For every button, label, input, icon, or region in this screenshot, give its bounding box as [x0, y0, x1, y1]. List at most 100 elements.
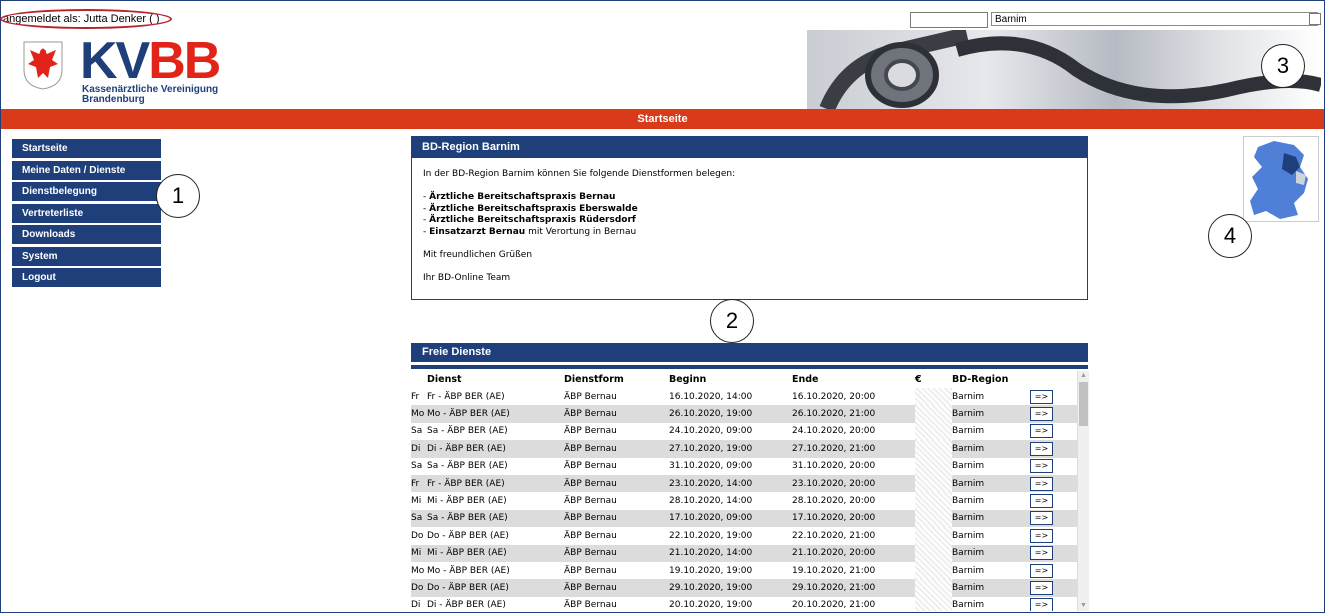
- table-row[interactable]: Di Di - ÄBP BER (AE) ÄBP Bernau 20.10.2020,…: [411, 596, 1077, 611]
- day-cell: Sa: [411, 457, 427, 475]
- select-service-button[interactable]: =>: [1030, 441, 1053, 456]
- region-cell: Barnim: [952, 440, 1030, 458]
- day-cell: Sa: [411, 509, 427, 528]
- table-row[interactable]: Mo Mo - ÄBP BER (AE) ÄBP Bernau 19.10.2020,…: [411, 561, 1077, 580]
- ende-cell: 26.10.2020, 21:00: [792, 405, 915, 423]
- sidebar-item-vertreterliste[interactable]: Vertreterliste: [12, 203, 161, 223]
- region-cell: Barnim: [952, 388, 1030, 406]
- beginn-cell: 24.10.2020, 09:00: [669, 422, 792, 441]
- region-info-body: In der BD-Region Barnim können Sie folge…: [412, 158, 1087, 284]
- select-service-button[interactable]: =>: [1030, 563, 1053, 578]
- beginn-cell: 23.10.2020, 14:00: [669, 474, 792, 493]
- sidebar-item-meine-daten[interactable]: Meine Daten / Dienste: [12, 160, 161, 180]
- select-service-button[interactable]: =>: [1030, 528, 1053, 543]
- callout-3: 3: [1261, 44, 1305, 88]
- price-cell: [915, 509, 952, 528]
- table-row[interactable]: Do Do - ÄBP BER (AE) ÄBP Bernau 29.10.2020,…: [411, 579, 1077, 597]
- sidebar-item-downloads[interactable]: Downloads: [12, 225, 161, 244]
- col-ende[interactable]: Ende: [792, 371, 915, 388]
- sidebar-item-system[interactable]: System: [12, 246, 161, 266]
- day-cell: Fr: [411, 474, 427, 493]
- select-service-button[interactable]: =>: [1030, 476, 1053, 491]
- region-select[interactable]: Barnim ⌄: [991, 12, 1318, 26]
- day-cell: Di: [411, 440, 427, 458]
- service-type-item: - Ärztliche Bereitschaftspraxis Bernau: [423, 192, 616, 202]
- scroll-thumb[interactable]: [1079, 382, 1088, 426]
- page-title-bar: Startseite: [1, 109, 1324, 129]
- select-service-button[interactable]: =>: [1030, 511, 1053, 526]
- select-cell: =>: [1030, 474, 1077, 493]
- region-cell: Barnim: [952, 579, 1030, 597]
- dienstform-cell: ÄBP Bernau: [564, 579, 669, 597]
- table-row[interactable]: Mi Mi - ÄBP BER (AE) ÄBP Bernau 21.10.2020,…: [411, 544, 1077, 562]
- dienstform-cell: ÄBP Bernau: [564, 474, 669, 493]
- select-service-button[interactable]: =>: [1030, 424, 1053, 439]
- dienstform-cell: ÄBP Bernau: [564, 440, 669, 458]
- region-map[interactable]: [1243, 136, 1319, 222]
- region-cell: Barnim: [952, 527, 1030, 545]
- select-service-button[interactable]: =>: [1030, 580, 1053, 595]
- top-checkbox[interactable]: [1309, 13, 1321, 25]
- team-signature: Ihr BD-Online Team: [423, 272, 511, 283]
- dienstform-cell: ÄBP Bernau: [564, 405, 669, 423]
- select-cell: =>: [1030, 579, 1077, 597]
- select-service-button[interactable]: =>: [1030, 407, 1053, 422]
- select-service-button[interactable]: =>: [1030, 546, 1053, 561]
- select-service-button[interactable]: =>: [1030, 459, 1053, 474]
- sidebar-item-startseite[interactable]: Startseite: [12, 139, 161, 158]
- region-cell: Barnim: [952, 405, 1030, 423]
- dienstform-cell: ÄBP Bernau: [564, 422, 669, 441]
- sidebar-item-logout[interactable]: Logout: [12, 268, 161, 287]
- ende-cell: 22.10.2020, 21:00: [792, 527, 915, 545]
- table-row[interactable]: Fr Fr - ÄBP BER (AE) ÄBP Bernau 16.10.2020,…: [411, 388, 1077, 406]
- beginn-cell: 31.10.2020, 09:00: [669, 457, 792, 475]
- price-cell: [915, 440, 952, 458]
- price-cell: [915, 457, 952, 475]
- table-header: Dienst Dienstform Beginn Ende € BD-Regio…: [411, 371, 1077, 388]
- brandenburg-eagle-icon: [23, 41, 63, 90]
- table-row[interactable]: Sa Sa - ÄBP BER (AE) ÄBP Bernau 17.10.2020,…: [411, 509, 1077, 528]
- table-row[interactable]: Do Do - ÄBP BER (AE) ÄBP Bernau 22.10.2020,…: [411, 527, 1077, 545]
- select-service-button[interactable]: =>: [1030, 598, 1053, 611]
- select-service-button[interactable]: =>: [1030, 494, 1053, 509]
- col-price[interactable]: €: [915, 371, 952, 388]
- dienst-cell: Mi - ÄBP BER (AE): [427, 492, 564, 510]
- region-info-intro: In der BD-Region Barnim können Sie folge…: [423, 169, 736, 179]
- table-scrollbar[interactable]: ▲ ▼: [1077, 371, 1089, 611]
- select-service-button[interactable]: =>: [1030, 389, 1053, 404]
- col-dienst[interactable]: Dienst: [427, 371, 564, 388]
- service-type-item: - Einsatzarzt Bernau mit Verortung in Be…: [423, 226, 637, 237]
- service-type-item: - Ärztliche Bereitschaftspraxis Eberswal…: [423, 203, 638, 214]
- table-row[interactable]: Sa Sa - ÄBP BER (AE) ÄBP Bernau 31.10.2020,…: [411, 457, 1077, 475]
- col-dienstform[interactable]: Dienstform: [564, 371, 669, 388]
- greeting-text: Mit freundlichen Grüßen: [423, 249, 533, 260]
- dienstform-cell: ÄBP Bernau: [564, 527, 669, 545]
- scroll-down-icon[interactable]: ▼: [1078, 601, 1089, 611]
- sidebar-item-dienstbelegung[interactable]: Dienstbelegung: [12, 182, 161, 201]
- highlight-oval: [0, 9, 172, 29]
- ende-cell: 20.10.2020, 21:00: [792, 596, 915, 611]
- dienst-cell: Fr - ÄBP BER (AE): [427, 474, 564, 493]
- dienstform-cell: ÄBP Bernau: [564, 457, 669, 475]
- region-info-title: BD-Region Barnim: [412, 137, 1087, 158]
- price-cell: [915, 544, 952, 562]
- search-input[interactable]: [910, 12, 988, 28]
- day-cell: Mi: [411, 544, 427, 562]
- col-beginn[interactable]: Beginn: [669, 371, 792, 388]
- region-cell: Barnim: [952, 561, 1030, 580]
- ende-cell: 27.10.2020, 21:00: [792, 440, 915, 458]
- kvbb-logo: KVBB: [80, 32, 221, 90]
- select-cell: =>: [1030, 457, 1077, 475]
- col-region[interactable]: BD-Region: [952, 371, 1030, 388]
- select-cell: =>: [1030, 544, 1077, 562]
- table-row[interactable]: Di Di - ÄBP BER (AE) ÄBP Bernau 27.10.2020,…: [411, 440, 1077, 458]
- dienstform-cell: ÄBP Bernau: [564, 544, 669, 562]
- scroll-up-icon[interactable]: ▲: [1078, 371, 1089, 381]
- day-cell: Do: [411, 527, 427, 545]
- table-row[interactable]: Sa Sa - ÄBP BER (AE) ÄBP Bernau 24.10.2020,…: [411, 422, 1077, 441]
- table-row[interactable]: Mo Mo - ÄBP BER (AE) ÄBP Bernau 26.10.2020,…: [411, 405, 1077, 423]
- beginn-cell: 16.10.2020, 14:00: [669, 388, 792, 406]
- table-row[interactable]: Fr Fr - ÄBP BER (AE) ÄBP Bernau 23.10.2020,…: [411, 474, 1077, 493]
- table-row[interactable]: Mi Mi - ÄBP BER (AE) ÄBP Bernau 28.10.2020,…: [411, 492, 1077, 510]
- beginn-cell: 19.10.2020, 19:00: [669, 561, 792, 580]
